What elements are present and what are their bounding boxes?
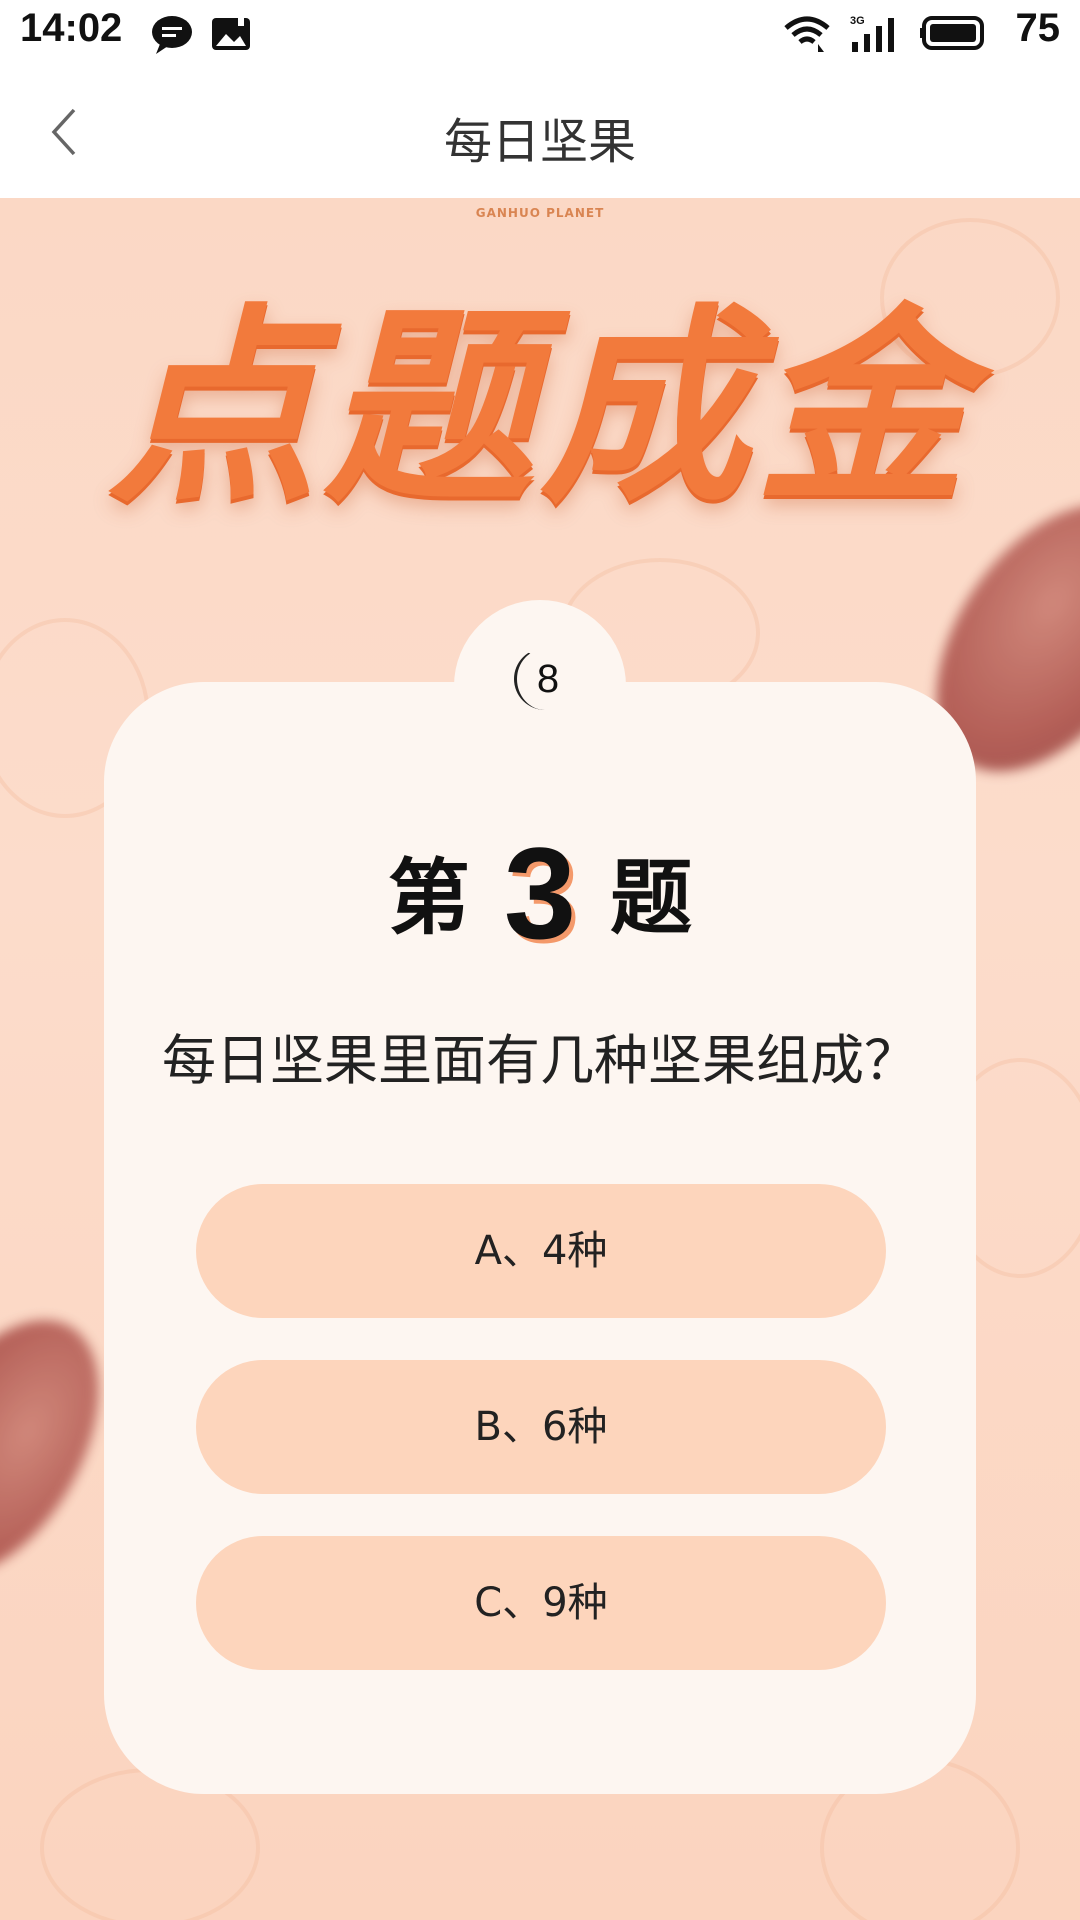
- image-icon: [212, 18, 250, 50]
- question-number-heading: 第3题: [104, 818, 976, 968]
- countdown-timer: 8: [514, 648, 576, 710]
- heading-suffix: 题: [610, 851, 693, 946]
- option-c-button[interactable]: C、9种: [196, 1536, 886, 1670]
- signal-3g-icon: 3G: [850, 15, 894, 52]
- question-text: 每日坚果里面有几种坚果组成？: [162, 1029, 918, 1092]
- question-number: 3: [503, 820, 577, 966]
- option-a-button[interactable]: A、4种: [196, 1184, 886, 1318]
- battery-percent: 75: [1015, 6, 1061, 50]
- svg-text:3G: 3G: [850, 15, 865, 27]
- battery-icon: [920, 16, 984, 50]
- banner-title: 点题成金: [107, 284, 972, 531]
- heading-prefix: 第: [387, 851, 470, 946]
- nav-bar: 每日坚果: [0, 68, 1080, 198]
- countdown-value: 8: [536, 657, 560, 701]
- status-time: 14:02: [20, 6, 123, 50]
- option-b-button[interactable]: B、6种: [196, 1360, 886, 1494]
- chat-bubble-icon: [152, 16, 192, 54]
- status-bar: 14:02 3G 75: [0, 0, 1080, 68]
- wifi-icon: [784, 16, 830, 52]
- brand-logo: GANHUO PLANET: [475, 206, 605, 220]
- page-title: 每日坚果: [443, 114, 636, 170]
- quiz-hero: GANHUO PLANET 点题成金 8 第3题 每日坚果里面有几种坚果组成？ …: [0, 198, 1080, 1920]
